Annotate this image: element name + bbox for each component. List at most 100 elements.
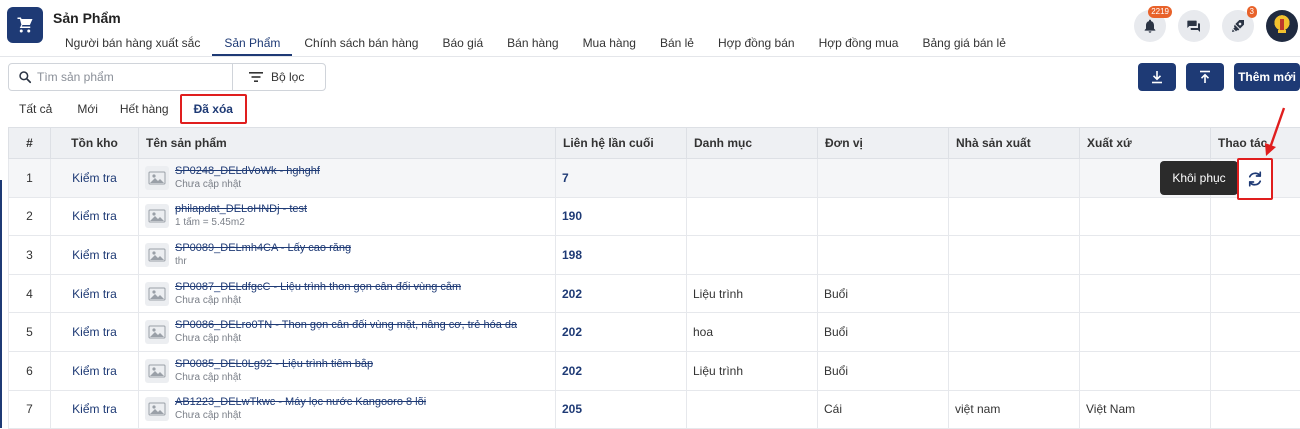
unit-cell (818, 236, 949, 275)
product-cell: philapdat_DELoHNDj - test1 tấm = 5.45m2 (139, 197, 556, 236)
rocket-button[interactable]: 3 (1222, 10, 1254, 42)
maker-cell (949, 274, 1080, 313)
nav-item-top-seller[interactable]: Người bán hàng xuất sắc (53, 34, 212, 56)
app-icon[interactable] (7, 7, 43, 43)
notifications-button[interactable]: 2219 (1134, 10, 1166, 42)
stock-check-cell: Kiểm tra (51, 197, 139, 236)
product-subtitle: Chưa cập nhật (175, 332, 517, 345)
left-edge-strip (0, 180, 2, 428)
action-buttons: Thêm mới (1138, 63, 1300, 91)
stock-check-cell: Kiểm tra (51, 274, 139, 313)
product-thumbnail-icon (145, 166, 169, 190)
tab-deleted[interactable]: Đã xóa (180, 94, 247, 124)
stock-check-link[interactable]: Kiểm tra (72, 402, 117, 416)
product-cell: SP0086_DELro0TN - Thon gọn cân đối vùng … (139, 313, 556, 352)
unit-cell (818, 197, 949, 236)
product-name-link[interactable]: philapdat_DELoHNDj - test (175, 203, 307, 216)
search-input[interactable] (37, 65, 232, 89)
table-row[interactable]: 6Kiểm traSP0085_DEL0Lg92 - Liệu trình ti… (9, 351, 1300, 390)
col-header-category: Danh mục (687, 128, 818, 159)
product-thumbnail-icon (145, 320, 169, 344)
top-nav: Người bán hàng xuất sắc Sản Phẩm Chính s… (53, 34, 1018, 56)
download-icon (1150, 70, 1164, 84)
product-name-link[interactable]: AB1223_DELwTkwc - Máy lọc nước Kangooro … (175, 396, 426, 409)
category-cell (687, 197, 818, 236)
upload-icon (1198, 70, 1212, 84)
stock-check-link[interactable]: Kiểm tra (72, 287, 117, 301)
maker-cell (949, 351, 1080, 390)
table-row[interactable]: 2 Kiểm tra philapdat_DELoHNDj - test1 tấm … (9, 197, 1300, 236)
stock-check-cell: Kiểm tra (51, 236, 139, 275)
product-name-link[interactable]: SP0089_DELmh4CA - Lấy cao răng (175, 242, 351, 255)
table-row[interactable]: 7Kiểm traAB1223_DELwTkwc - Máy lọc nước … (9, 390, 1300, 429)
header-icons: 2219 3 (1134, 10, 1300, 42)
unit-cell: Buổi (818, 274, 949, 313)
table-row[interactable]: 3Kiểm traSP0089_DELmh4CA - Lấy cao răngt… (9, 236, 1300, 275)
nav-item-quotes[interactable]: Báo giá (430, 34, 495, 56)
actions-cell (1211, 197, 1300, 236)
tab-out-of-stock[interactable]: Hết hàng (109, 94, 180, 124)
actions-cell (1211, 236, 1300, 275)
col-header-unit: Đơn vị (818, 128, 949, 159)
bell-icon (1142, 18, 1158, 34)
product-subtitle: 1 tấm = 5.45m2 (175, 216, 307, 229)
product-thumbnail-icon (145, 243, 169, 267)
product-name-link[interactable]: SP0086_DELro0TN - Thon gọn cân đối vùng … (175, 319, 517, 332)
last-contact-cell: 205 (556, 390, 687, 429)
category-cell: Liệu trình (687, 351, 818, 390)
product-name-link[interactable]: SP0087_DELdfgcC - Liệu trình thon gọn câ… (175, 281, 461, 294)
nav-item-sales[interactable]: Bán hàng (495, 34, 570, 56)
stock-check-link[interactable]: Kiểm tra (72, 364, 117, 378)
filter-button[interactable]: Bộ lọc (232, 64, 322, 90)
stock-check-link[interactable]: Kiểm tra (72, 248, 117, 262)
row-index: 1 (9, 159, 51, 198)
col-header-name: Tên sản phẩm (139, 128, 556, 159)
avatar-figure-icon (1275, 17, 1289, 35)
nav-item-retail-pricelist[interactable]: Bảng giá bán lẻ (910, 34, 1017, 56)
table-row[interactable]: 1 Kiểm tra SP0248_DELdVoWk - hghghfChưa cậ… (9, 159, 1300, 198)
table-header-row: # Tồn kho Tên sản phẩm Liên hệ lần cuối … (9, 128, 1300, 159)
chat-icon (1186, 18, 1202, 34)
origin-cell (1080, 236, 1211, 275)
unit-cell: Cái (818, 390, 949, 429)
avatar[interactable] (1266, 10, 1298, 42)
product-subtitle: thr (175, 255, 351, 268)
product-subtitle: Chưa cập nhật (175, 178, 320, 191)
product-name-link[interactable]: SP0085_DEL0Lg92 - Liệu trình tiêm bắp (175, 358, 373, 371)
nav-item-retail[interactable]: Bán lẻ (648, 34, 706, 56)
product-thumbnail-icon (145, 282, 169, 306)
restore-button[interactable] (1237, 158, 1273, 200)
stock-check-link[interactable]: Kiểm tra (72, 209, 117, 223)
maker-cell (949, 236, 1080, 275)
nav-item-sales-policy[interactable]: Chính sách bán hàng (292, 34, 430, 56)
origin-cell (1080, 274, 1211, 313)
product-cell: SP0087_DELdfgcC - Liệu trình thon gọn câ… (139, 274, 556, 313)
col-header-index: # (9, 128, 51, 159)
row-index: 2 (9, 197, 51, 236)
chat-button[interactable] (1178, 10, 1210, 42)
stock-check-link[interactable]: Kiểm tra (72, 171, 117, 185)
product-name-link[interactable]: SP0248_DELdVoWk - hghghf (175, 165, 320, 178)
origin-cell (1080, 197, 1211, 236)
add-new-button[interactable]: Thêm mới (1234, 63, 1300, 91)
tab-new[interactable]: Mới (66, 94, 109, 124)
nav-item-products[interactable]: Sản Phẩm (212, 34, 292, 56)
table-row[interactable]: 5Kiểm traSP0086_DELro0TN - Thon gọn cân … (9, 313, 1300, 352)
last-contact-cell: 7 (556, 159, 687, 198)
origin-cell: Việt Nam (1080, 390, 1211, 429)
restore-tooltip: Khôi phục (1160, 161, 1238, 195)
product-cell: SP0089_DELmh4CA - Lấy cao răngthr (139, 236, 556, 275)
upload-button[interactable] (1186, 63, 1224, 91)
tab-all[interactable]: Tất cả (8, 94, 66, 124)
table-row[interactable]: 4Kiểm traSP0087_DELdfgcC - Liệu trình th… (9, 274, 1300, 313)
download-button[interactable] (1138, 63, 1176, 91)
col-header-maker: Nhà sản xuất (949, 128, 1080, 159)
origin-cell (1080, 313, 1211, 352)
nav-item-purchase-contract[interactable]: Hợp đồng mua (807, 34, 911, 56)
stock-check-link[interactable]: Kiểm tra (72, 325, 117, 339)
stock-check-cell: Kiểm tra (51, 390, 139, 429)
nav-item-purchases[interactable]: Mua hàng (571, 34, 648, 56)
nav-item-sales-contract[interactable]: Hợp đồng bán (706, 34, 807, 56)
last-contact-cell: 202 (556, 274, 687, 313)
notifications-badge: 2219 (1148, 6, 1172, 18)
